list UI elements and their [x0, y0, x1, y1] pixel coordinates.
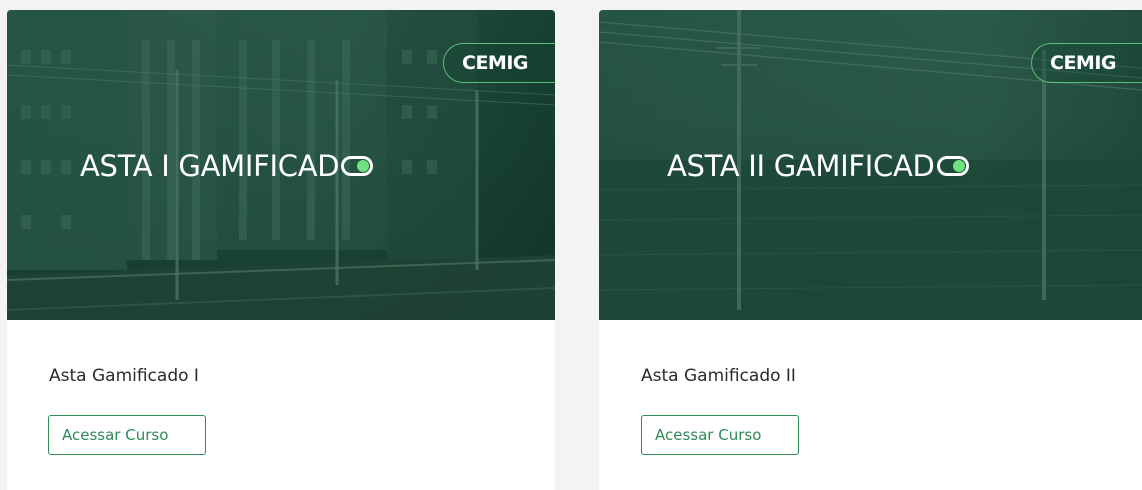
cemig-logo-text: CEMIG: [1050, 52, 1117, 74]
access-course-button[interactable]: Acessar Curso: [641, 415, 799, 455]
course-title[interactable]: Asta Gamificado II: [641, 366, 796, 386]
cemig-logo: CEMIG: [1031, 43, 1142, 83]
banner-title: ASTA II GAMIFICAD: [667, 149, 969, 183]
course-banner-image[interactable]: CEMIG ASTA II GAMIFICAD: [599, 10, 1142, 320]
banner-title-text: ASTA I GAMIFICAD: [80, 149, 340, 183]
access-course-button[interactable]: Acessar Curso: [48, 415, 206, 455]
cemig-logo-text: CEMIG: [462, 52, 529, 74]
banner-title: ASTA I GAMIFICAD: [80, 149, 374, 183]
course-card[interactable]: CEMIG ASTA I GAMIFICAD Asta Gamificado I…: [7, 10, 555, 490]
course-title[interactable]: Asta Gamificado I: [49, 366, 199, 386]
course-card[interactable]: CEMIG ASTA II GAMIFICAD Asta Gamificado …: [599, 10, 1142, 490]
cemig-logo: CEMIG: [443, 43, 555, 83]
banner-title-text: ASTA II GAMIFICAD: [667, 149, 935, 183]
toggle-switch-icon: [341, 156, 374, 176]
toggle-switch-icon: [936, 156, 969, 176]
course-banner-image[interactable]: CEMIG ASTA I GAMIFICAD: [7, 10, 555, 320]
course-grid: CEMIG ASTA I GAMIFICAD Asta Gamificado I…: [0, 0, 1142, 490]
